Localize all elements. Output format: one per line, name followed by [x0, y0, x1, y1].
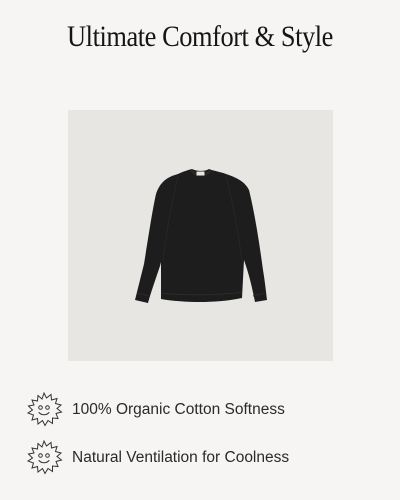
page-title: Ultimate Comfort & Style [67, 20, 333, 53]
feature-item-ventilation: Natural Ventilation for Coolness [24, 438, 289, 478]
smiling-sun-icon [26, 391, 63, 427]
feature-label: Natural Ventilation for Coolness [72, 449, 290, 466]
product-image-panel [68, 110, 333, 361]
feature-item-organic-cotton: 100% Organic Cotton Softness [24, 390, 285, 430]
sweatshirt-image [135, 169, 267, 303]
feature-label: 100% Organic Cotton Softness [72, 401, 285, 418]
smiling-sun-icon [26, 439, 63, 475]
